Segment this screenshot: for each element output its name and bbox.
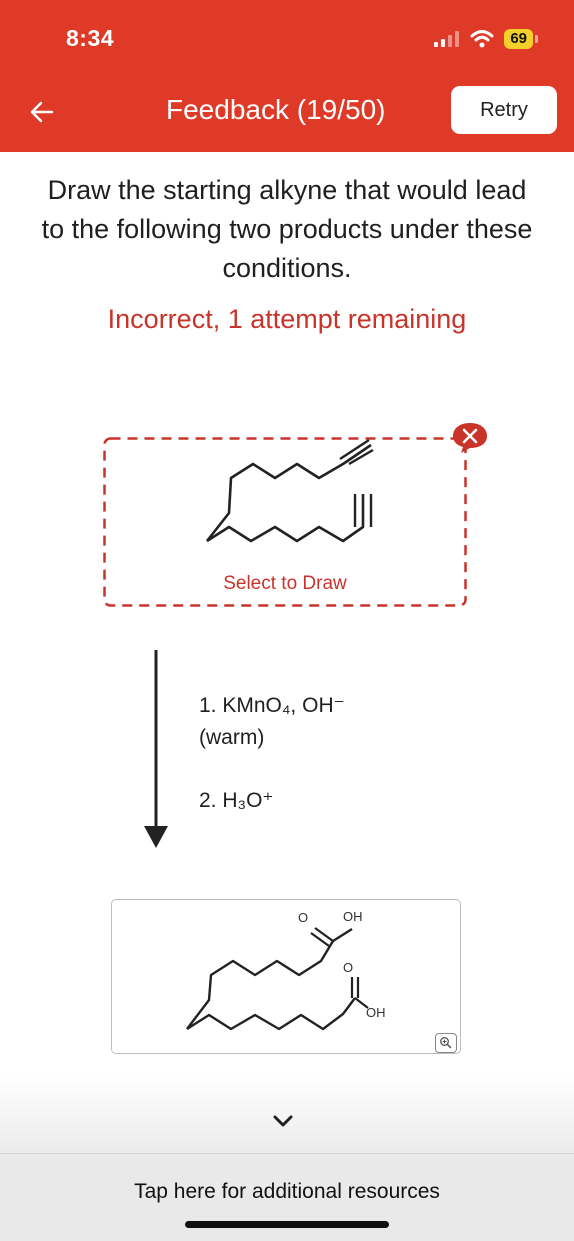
question-text: Draw the starting alkyne that would lead… — [41, 175, 533, 283]
status-indicators: 69 — [434, 27, 538, 51]
retry-button[interactable]: Retry — [451, 86, 557, 134]
chevron-down-icon[interactable] — [271, 1113, 295, 1131]
acid2-hydroxyl: OH — [366, 1005, 386, 1020]
arrow-left-icon[interactable] — [26, 96, 58, 128]
status-time: 8:34 — [66, 25, 115, 51]
reagent-step-1: 1. KMnO₄, OH⁻ — [199, 694, 345, 717]
battery-icon: 69 — [504, 29, 538, 49]
x-icon[interactable] — [451, 421, 489, 455]
attempt-status: Incorrect, 1 attempt remaining — [107, 304, 467, 334]
reaction-arrow — [144, 650, 168, 848]
magnifier-icon — [440, 1037, 452, 1049]
battery-level: 69 — [504, 29, 533, 49]
acid1-carbonyl-o: O — [298, 910, 308, 925]
resources-label: Tap here for additional resources — [134, 1180, 440, 1203]
app-header: 8:34 69 Feedback (19/50) Retry — [0, 0, 574, 152]
cellular-signal-icon — [434, 31, 460, 47]
battery-tip — [535, 35, 538, 43]
reagent-step-1-condition: (warm) — [199, 726, 265, 749]
acid2-carbonyl-o: O — [343, 960, 353, 975]
draw-area[interactable]: Select to Draw — [103, 437, 467, 607]
home-indicator — [185, 1221, 389, 1228]
draw-prompt: Select to Draw — [223, 573, 347, 594]
acid1-hydroxyl: OH — [343, 909, 363, 924]
reagent-step-2: 2. H₃O⁺ — [199, 789, 274, 812]
zoom-icon[interactable] — [435, 1033, 457, 1053]
products-box: O OH O OH — [111, 899, 461, 1054]
wifi-icon — [470, 30, 494, 48]
products-structure: O OH O OH — [186, 909, 386, 1031]
page-title: Feedback (19/50) — [166, 94, 386, 125]
